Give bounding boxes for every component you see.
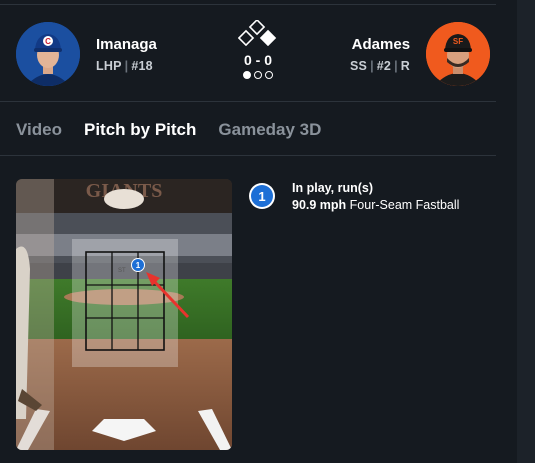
game-panel: C Imanaga LHP | #18 0 - 0 Adames SS | #2 | R — [0, 0, 517, 463]
game-situation: 0 - 0 — [237, 18, 278, 79]
divider — [0, 155, 496, 156]
home-player[interactable]: Adames SS | #2 | R SF — [350, 22, 491, 86]
player-name: Imanaga — [96, 35, 157, 53]
avatar: SF — [426, 22, 491, 86]
pitch-marker[interactable]: 1 — [131, 258, 145, 272]
divider — [0, 4, 496, 5]
player-meta: LHP | #18 — [96, 58, 153, 73]
tab-pitch-by-pitch[interactable]: Pitch by Pitch — [84, 120, 196, 140]
player-headshot-icon: SF — [426, 22, 491, 86]
player-name: Adames — [351, 35, 411, 53]
pitch-location-image[interactable]: GIANTS ST — [16, 179, 232, 450]
player-number: #2 — [376, 58, 392, 73]
player-position: SS — [350, 58, 368, 73]
tab-bar: Video Pitch by Pitch Gameday 3D — [16, 120, 321, 140]
divider — [0, 101, 496, 102]
pitch-result: In play, run(s) — [292, 181, 374, 195]
svg-text:SF: SF — [453, 37, 463, 46]
tab-video[interactable]: Video — [16, 120, 62, 140]
out-dot — [243, 71, 251, 79]
score: 0 - 0 — [243, 52, 272, 68]
away-player[interactable]: C Imanaga LHP | #18 — [16, 22, 157, 86]
scrollbar-track[interactable] — [517, 0, 535, 463]
pitch-speed: 90.9 mph — [292, 198, 347, 212]
ballpark-view: GIANTS ST — [16, 179, 232, 450]
player-number: #18 — [131, 58, 153, 73]
svg-text:1: 1 — [136, 261, 141, 270]
bases-diamond-icon — [237, 18, 277, 47]
player-headshot-icon: C — [16, 22, 80, 86]
pitch-type: Four-Seam Fastball — [349, 198, 460, 212]
out-dot — [265, 71, 273, 79]
player-position: LHP — [96, 58, 122, 73]
tab-gameday-3d[interactable]: Gameday 3D — [218, 120, 321, 140]
player-meta: SS | #2 | R — [350, 58, 411, 73]
zone-label: ST — [118, 268, 126, 274]
player-bats: R — [400, 58, 411, 73]
out-dot — [254, 71, 262, 79]
svg-text:C: C — [45, 37, 51, 46]
avatar: C — [16, 22, 80, 86]
outs-indicator — [238, 71, 278, 79]
pitch-number-badge: 1 — [249, 183, 275, 209]
pitch-details: In play, run(s) 90.9 mph Four-Seam Fastb… — [292, 180, 459, 214]
